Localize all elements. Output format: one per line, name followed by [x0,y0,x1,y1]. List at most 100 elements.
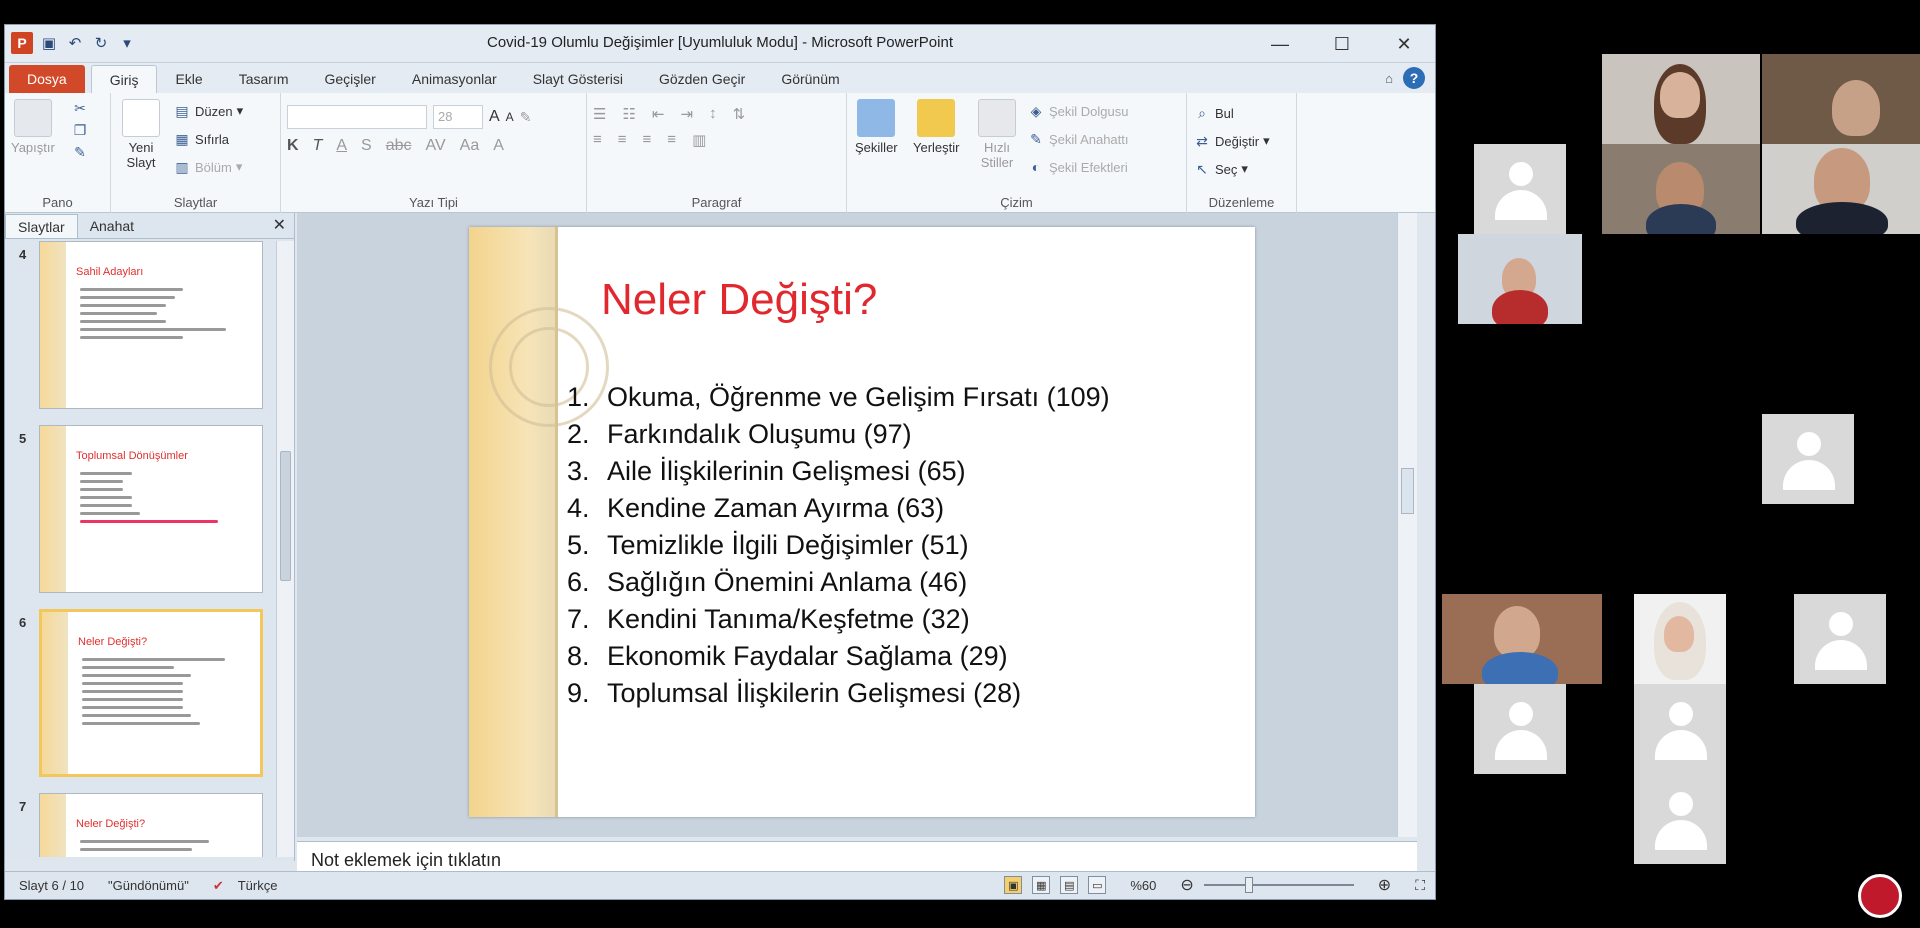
zoom-slider-knob[interactable] [1244,877,1253,893]
current-slide[interactable]: Neler Değişti? 1. Okuma, Öğrenme ve Geliş… [469,227,1255,817]
copy-icon[interactable]: ❐ [71,121,89,139]
quick-styles-button[interactable]: Hızlı Stiller [973,99,1021,170]
format-painter-icon[interactable]: ✎ [71,143,89,161]
slide-list-item[interactable]: 5. Temizlikle İlgili Değişimler (51) [567,527,1110,564]
align-right-icon[interactable]: ≡ [643,131,652,149]
slide-list-item[interactable]: 9. Toplumsal İlişkilerin Gelişmesi (28) [567,675,1110,712]
video-tile-participant[interactable] [1762,54,1920,144]
layout-button[interactable]: ▤ Düzen ▾ [173,97,243,125]
tab-home[interactable]: Giriş [90,65,158,93]
video-tile-participant[interactable] [1634,594,1726,684]
align-center-icon[interactable]: ≡ [618,131,627,149]
video-tile-no-camera[interactable] [1634,684,1726,774]
slide-thumbnail[interactable]: Toplumsal Dönüşümler [39,425,263,593]
slideshow-view-icon[interactable]: ▭ [1088,876,1107,894]
zoom-out-icon[interactable]: ⊖ [1180,875,1193,895]
shape-fill-button[interactable]: ◈ Şekil Dolgusu [1027,97,1129,125]
strikethrough-icon[interactable]: abc [386,137,412,155]
maximize-button[interactable]: ☐ [1311,25,1373,63]
slide-list-item[interactable]: 7. Kendini Tanıma/Keşfetme (32) [567,601,1110,638]
grow-font-icon[interactable]: A [489,108,500,126]
video-tile-participant[interactable] [1602,144,1760,234]
bullets-icon[interactable]: ☰ [593,105,606,123]
video-tile-participant[interactable] [1602,54,1760,144]
shrink-font-icon[interactable]: A [506,110,514,124]
video-tile-no-camera[interactable] [1794,594,1886,684]
justify-icon[interactable]: ≡ [667,131,676,149]
close-pane-icon[interactable]: ✕ [273,215,286,235]
video-tile-participant[interactable] [1458,234,1582,324]
clear-format-icon[interactable]: ✎ [520,109,532,126]
slide-list-item[interactable]: 2. Farkındalık Oluşumu (97) [567,416,1110,453]
numbering-icon[interactable]: ☷ [622,105,635,123]
slide-list-item[interactable]: 3. Aile İlişkilerinin Gelişmesi (65) [567,453,1110,490]
shapes-button[interactable]: Şekiller [855,99,898,155]
slide-list-item[interactable]: 6. Sağlığın Önemini Anlama (46) [567,564,1110,601]
tab-design[interactable]: Tasarım [221,65,307,93]
video-tile-participant[interactable] [1762,144,1920,234]
tab-file[interactable]: Dosya [9,65,85,93]
italic-icon[interactable]: T [313,137,323,155]
tab-review[interactable]: Gözden Geçir [641,65,763,93]
tab-insert[interactable]: Ekle [157,65,220,93]
paste-button[interactable]: Yapıştır [11,99,55,155]
slide-thumbnail[interactable]: Sahil Adayları [39,241,263,409]
help-icon[interactable]: ? [1403,67,1425,89]
zoom-level[interactable]: %60 [1130,878,1156,893]
tab-outline[interactable]: Anahat [78,214,146,238]
reading-view-icon[interactable]: ▤ [1060,876,1079,894]
tab-transitions[interactable]: Geçişler [307,65,394,93]
shape-outline-button[interactable]: ✎ Şekil Anahattı [1027,125,1128,153]
minimize-button[interactable]: — [1249,25,1311,63]
text-direction-icon[interactable]: ⇅ [733,105,746,123]
sorter-view-icon[interactable]: ▦ [1032,876,1051,894]
video-tile-no-camera[interactable] [1474,144,1566,234]
language-icon[interactable]: ✔ [213,878,224,894]
case-icon[interactable]: Aa [460,137,480,155]
slide-list-item[interactable]: 8. Ekonomik Faydalar Sağlama (29) [567,638,1110,675]
tab-slideshow[interactable]: Slayt Gösterisi [515,65,641,93]
replace-button[interactable]: ⇄ Değiştir ▾ [1193,127,1290,155]
spacing-icon[interactable]: AV [425,137,445,155]
decrease-indent-icon[interactable]: ⇤ [652,105,665,123]
shape-effects-button[interactable]: ◐ Şekil Efektleri [1027,153,1129,181]
font-color-icon[interactable]: A [493,137,504,155]
tab-slides[interactable]: Slaytlar [5,214,78,238]
pane-scrollbar[interactable] [276,241,294,857]
font-name-combo[interactable] [287,105,427,129]
slide-list-item[interactable]: 1. Okuma, Öğrenme ve Gelişim Fırsatı (109… [567,379,1110,416]
arrange-button[interactable]: Yerleştir [913,99,959,155]
font-size-combo[interactable]: 28 [433,105,483,129]
columns-icon[interactable]: ▥ [692,131,706,149]
close-button[interactable]: ✕ [1373,25,1435,63]
slide-list[interactable]: 1. Okuma, Öğrenme ve Gelişim Fırsatı (109… [567,379,1110,712]
slide-thumbnail-selected[interactable]: Neler Değişti? [39,609,263,777]
collapse-ribbon-icon[interactable]: ⌂ [1385,71,1393,86]
select-button[interactable]: ↖ Seç ▾ [1193,155,1290,183]
increase-indent-icon[interactable]: ⇥ [680,105,693,123]
reset-button[interactable]: ▦ Sıfırla [173,125,243,153]
zoom-in-icon[interactable]: ⊕ [1378,875,1391,895]
normal-view-icon[interactable]: ▣ [1004,876,1023,894]
video-tile-no-camera[interactable] [1474,684,1566,774]
slide-list-item[interactable]: 4. Kendine Zaman Ayırma (63) [567,490,1110,527]
fit-window-icon[interactable]: ⛶ [1415,877,1425,894]
align-left-icon[interactable]: ≡ [593,131,602,149]
slide-thumbnail[interactable]: Neler Değişti? [39,793,263,857]
editor-scrollbar[interactable] [1397,213,1417,837]
video-tile-participant[interactable] [1442,594,1602,684]
notes-pane[interactable]: Not eklemek için tıklatın [297,841,1417,871]
video-tile-no-camera[interactable] [1634,774,1726,864]
section-button[interactable]: ▥ Bölüm ▾ [173,153,243,181]
line-spacing-icon[interactable]: ↕ [709,105,717,123]
cut-icon[interactable]: ✂ [71,99,89,117]
new-slide-button[interactable]: Yeni Slayt [117,99,165,170]
video-tile-no-camera[interactable] [1762,414,1854,504]
zoom-slider[interactable] [1203,877,1354,893]
bold-icon[interactable]: K [287,137,299,155]
shadow-icon[interactable]: S [361,137,372,155]
underline-icon[interactable]: A [336,137,347,155]
tab-animations[interactable]: Animasyonlar [394,65,515,93]
find-button[interactable]: ⌕ Bul [1193,99,1290,127]
tab-view[interactable]: Görünüm [763,65,857,93]
